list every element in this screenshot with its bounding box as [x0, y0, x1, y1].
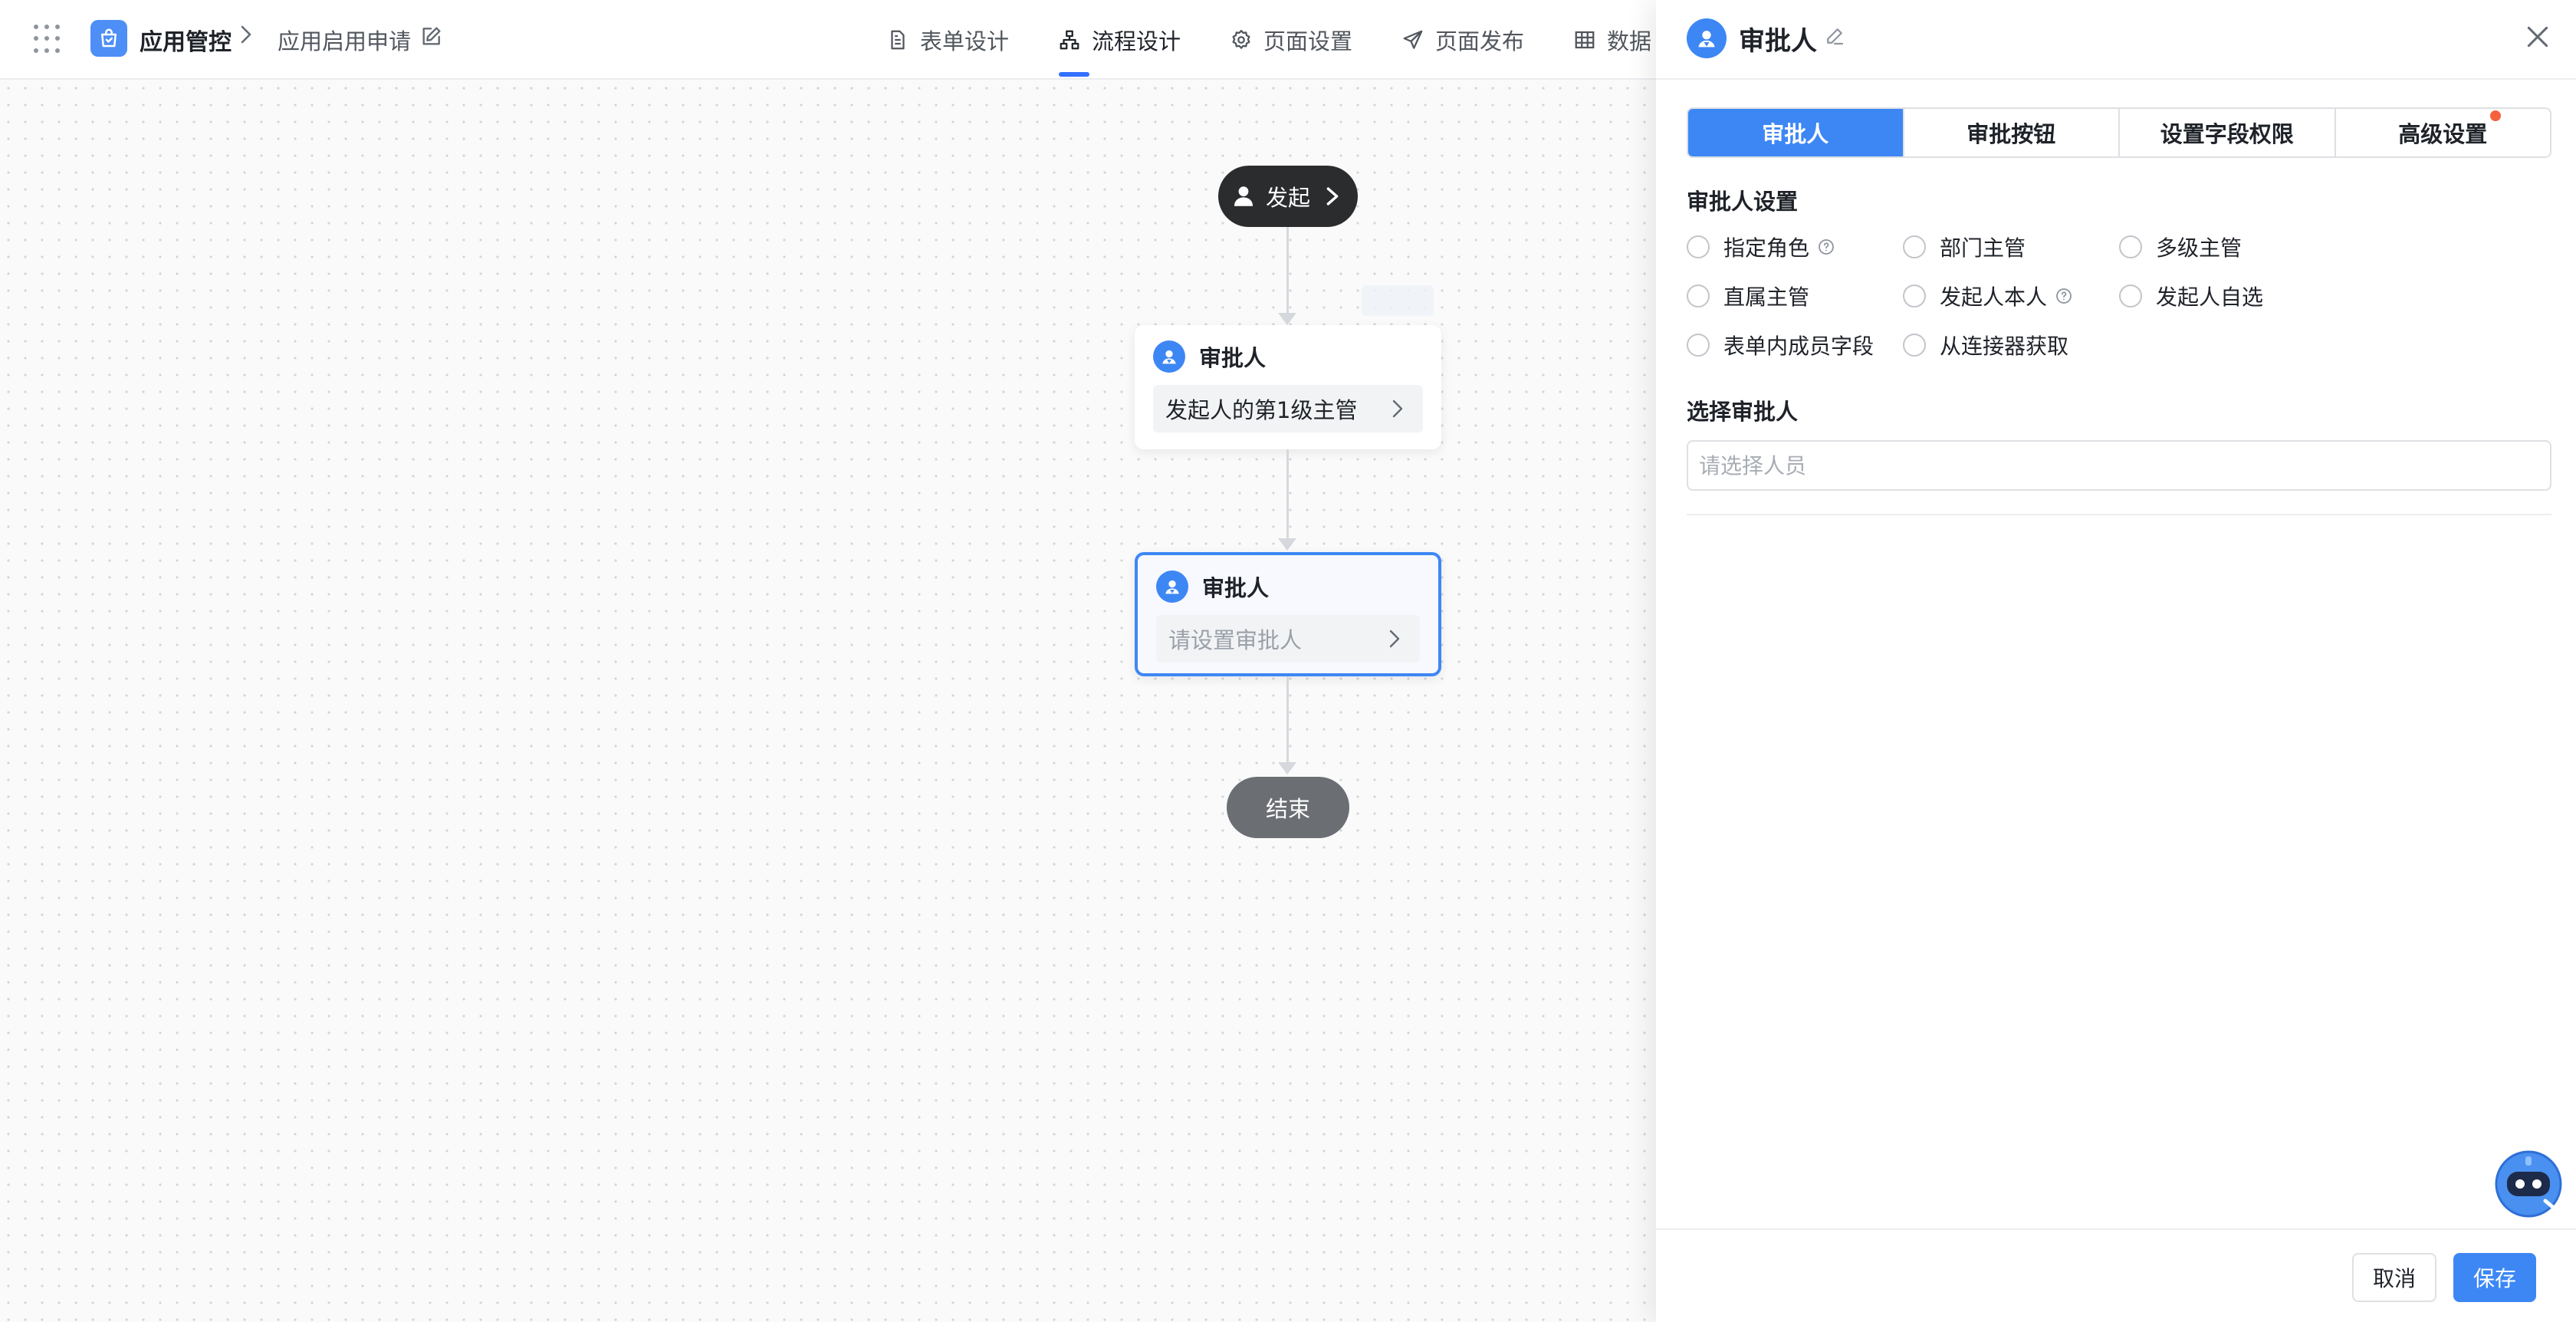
start-node[interactable]: 发起 — [1218, 166, 1358, 227]
breadcrumb-chevron-icon — [238, 23, 255, 52]
edit-icon[interactable] — [419, 25, 443, 49]
approver-value-text: 发起人的第1级主管 — [1165, 397, 1358, 423]
radio-direct-supervisor[interactable]: 直属主管 — [1687, 281, 1809, 311]
cancel-button[interactable]: 取消 — [2352, 1253, 2436, 1302]
tab-field-permissions[interactable]: 设置字段权限 — [2118, 109, 2334, 156]
approver-node-title: 审批人 — [1199, 345, 1267, 371]
help-icon[interactable] — [2055, 287, 2073, 305]
tab-label: 页面设置 — [1263, 28, 1353, 54]
notification-dot — [2490, 110, 2501, 121]
radio-circle — [1903, 334, 1926, 357]
tab-form-design[interactable]: 表单设计 — [886, 20, 1009, 60]
radio-label: 发起人自选 — [2156, 284, 2264, 310]
approver-node-value[interactable]: 发起人的第1级主管 — [1153, 385, 1423, 432]
connector-line — [1286, 449, 1289, 540]
radio-circle — [1903, 284, 1926, 307]
approver-settings-label: 审批人设置 — [1687, 189, 1799, 215]
select-approver-label: 选择审批人 — [1687, 399, 1799, 425]
gear-icon — [1232, 30, 1250, 49]
connector-line — [1286, 676, 1289, 765]
close-icon[interactable] — [2522, 21, 2553, 52]
active-tab-indicator — [1059, 72, 1089, 77]
end-label: 结束 — [1265, 796, 1310, 822]
document-icon — [891, 30, 905, 50]
select-person-input[interactable] — [1687, 440, 2551, 491]
breadcrumb-page[interactable]: 应用启用申请 — [278, 24, 411, 56]
radio-circle — [1687, 334, 1710, 357]
radio-circle — [1903, 235, 1926, 258]
connector-arrow — [1278, 762, 1296, 774]
tab-label: 数据 — [1607, 28, 1652, 54]
radio-multi-level-head[interactable]: 多级主管 — [2119, 232, 2242, 262]
user-icon — [1234, 186, 1254, 206]
approver-node-value[interactable]: 请设置审批人 — [1156, 615, 1420, 663]
radio-circle — [2119, 284, 2142, 307]
save-button[interactable]: 保存 — [2453, 1253, 2536, 1302]
approver-node-title: 审批人 — [1202, 575, 1270, 601]
approver-avatar-icon — [1156, 571, 1188, 603]
approver-node-2[interactable]: 审批人 请设置审批人 — [1135, 552, 1441, 676]
assistant-robot-icon[interactable] — [2492, 1146, 2565, 1219]
help-icon[interactable] — [1817, 238, 1835, 256]
radio-label: 多级主管 — [2156, 235, 2242, 261]
panel-tabs: 审批人 审批按钮 设置字段权限 高级设置 — [1687, 107, 2551, 158]
tab-label: 页面发布 — [1435, 28, 1525, 54]
radio-label: 从连接器获取 — [1940, 334, 2069, 359]
tab-label: 表单设计 — [920, 28, 1010, 54]
approver-node-1[interactable]: 审批人 发起人的第1级主管 — [1135, 325, 1441, 449]
radio-initiator-choose[interactable]: 发起人自选 — [2119, 281, 2263, 311]
panel-title: 审批人 — [1739, 26, 1817, 57]
radio-label: 发起人本人 — [1940, 284, 2048, 310]
radio-initiator-self[interactable]: 发起人本人 — [1903, 281, 2073, 311]
tab-advanced-settings[interactable]: 高级设置 — [2334, 109, 2551, 156]
radio-circle — [1687, 235, 1710, 258]
flow-canvas[interactable] — [0, 80, 1656, 1322]
approver-avatar-icon — [1153, 340, 1185, 373]
divider — [1687, 514, 2551, 515]
panel-footer: 取消 保存 — [1656, 1228, 2576, 1322]
panel-header: 审批人 — [1656, 0, 2576, 80]
radio-specified-role[interactable]: 指定角色 — [1687, 232, 1835, 262]
tab-data[interactable]: 数据 — [1573, 20, 1651, 60]
end-node: 结束 — [1227, 777, 1349, 838]
connector-arrow — [1278, 538, 1296, 551]
tab-label: 流程设计 — [1092, 28, 1181, 54]
tab-page-settings[interactable]: 页面设置 — [1230, 20, 1352, 60]
approver-avatar-icon — [1687, 18, 1727, 58]
radio-label: 部门主管 — [1940, 235, 2026, 261]
tab-approve-buttons[interactable]: 审批按钮 — [1902, 109, 2119, 156]
connector-arrow — [1278, 313, 1296, 325]
app-logo-icon — [90, 20, 127, 57]
chevron-right-icon — [1389, 630, 1400, 648]
node-hover-toolbar — [1362, 285, 1434, 316]
app-name[interactable]: 应用管控 — [140, 23, 232, 57]
radio-circle — [1687, 284, 1710, 307]
chevron-right-icon — [1392, 400, 1403, 418]
radio-circle — [2119, 235, 2142, 258]
tab-approver[interactable]: 审批人 — [1688, 109, 1903, 156]
flow-icon — [1060, 30, 1079, 50]
send-icon — [1403, 30, 1423, 49]
radio-from-connector[interactable]: 从连接器获取 — [1903, 330, 2068, 360]
radio-label: 直属主管 — [1723, 284, 1810, 310]
chevron-right-icon — [1326, 187, 1339, 206]
radio-department-head[interactable]: 部门主管 — [1903, 232, 2026, 262]
radio-form-member-field[interactable]: 表单内成员字段 — [1687, 330, 1874, 360]
radio-label: 指定角色 — [1723, 235, 1810, 261]
connector-line — [1286, 227, 1289, 316]
approver-placeholder-text: 请设置审批人 — [1168, 627, 1303, 653]
pencil-icon[interactable] — [1823, 25, 1846, 48]
approver-settings-panel: 审批人 审批人 审批按钮 设置字段权限 高级设置 审批人设置 指定角色 部门主管… — [1656, 0, 2576, 1322]
tab-flow-design[interactable]: 流程设计 — [1058, 20, 1181, 60]
table-icon — [1575, 31, 1595, 49]
tab-label: 高级设置 — [2398, 121, 2488, 147]
app-grid-icon[interactable] — [34, 25, 63, 54]
start-label: 发起 — [1265, 185, 1310, 211]
tab-page-publish[interactable]: 页面发布 — [1401, 20, 1524, 60]
radio-label: 表单内成员字段 — [1723, 334, 1875, 359]
